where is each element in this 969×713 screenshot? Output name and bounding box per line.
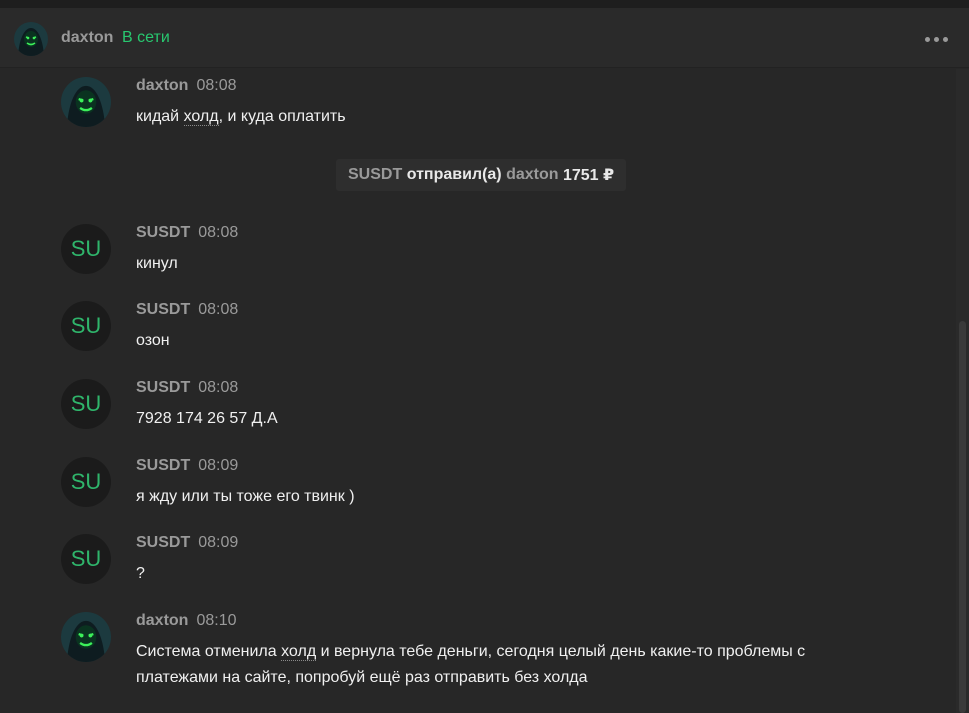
transfer-action: отправил(а) <box>406 166 502 183</box>
message-author[interactable]: SUSDT 08:08 <box>136 301 238 319</box>
message-text: 7928 174 26 57 Д.А <box>136 410 278 427</box>
message-text: я жду или ты тоже его твинк ) <box>136 488 355 505</box>
transfer-amount: 1751 ₽ <box>562 167 615 184</box>
more-options-icon[interactable] <box>918 24 954 54</box>
avatar[interactable]: SU <box>61 534 111 584</box>
avatar[interactable]: SU <box>61 457 111 507</box>
message-author[interactable]: SUSDT 08:08 <box>136 379 238 397</box>
message-text: Система отменила холд и вернула тебе ден… <box>136 643 806 686</box>
message-list[interactable]: daxton 08:08 кидай холд, и куда оплатить … <box>0 69 956 713</box>
chat-header: daxton В сети <box>0 8 969 68</box>
hooded-figure-avatar-icon <box>61 612 111 662</box>
chat-user-name[interactable]: daxton <box>61 29 113 47</box>
hooded-figure-avatar-icon <box>14 22 48 56</box>
avatar[interactable] <box>14 22 48 56</box>
message-time: 08:08 <box>198 379 239 396</box>
message-author[interactable]: SUSDT 08:08 <box>136 224 238 242</box>
message-author[interactable]: daxton 08:10 <box>136 612 237 630</box>
highlighted-term[interactable]: холд <box>281 643 317 661</box>
scrollbar[interactable] <box>956 69 969 713</box>
avatar[interactable]: SU <box>61 379 111 429</box>
message-time: 08:08 <box>198 301 239 318</box>
message-author[interactable]: SUSDT 08:09 <box>136 457 238 475</box>
message-time: 08:08 <box>196 77 237 94</box>
system-transfer-message: SUSDT отправил(а) daxton 1751 ₽ <box>336 159 627 191</box>
message-time: 08:09 <box>198 534 239 551</box>
online-status: В сети <box>122 29 170 46</box>
message-author[interactable]: daxton 08:08 <box>136 77 237 95</box>
message-author[interactable]: SUSDT 08:09 <box>136 534 238 552</box>
avatar[interactable]: SU <box>61 301 111 351</box>
message-text: кинул <box>136 255 178 272</box>
hooded-figure-avatar-icon <box>61 77 111 127</box>
message-time: 08:09 <box>198 457 239 474</box>
message-text: озон <box>136 332 170 349</box>
scrollbar-thumb[interactable] <box>959 321 966 713</box>
transfer-recipient[interactable]: daxton <box>506 166 558 184</box>
message-time: 08:10 <box>196 612 237 629</box>
highlighted-term[interactable]: холд <box>183 108 219 126</box>
message-text: кидай холд, и куда оплатить <box>136 108 346 126</box>
avatar[interactable] <box>61 612 111 662</box>
window-top-strip <box>0 0 969 8</box>
transfer-sender[interactable]: SUSDT <box>348 166 402 184</box>
avatar[interactable]: SU <box>61 224 111 274</box>
message-text: ? <box>136 565 145 582</box>
message-time: 08:08 <box>198 224 239 241</box>
avatar[interactable] <box>61 77 111 127</box>
